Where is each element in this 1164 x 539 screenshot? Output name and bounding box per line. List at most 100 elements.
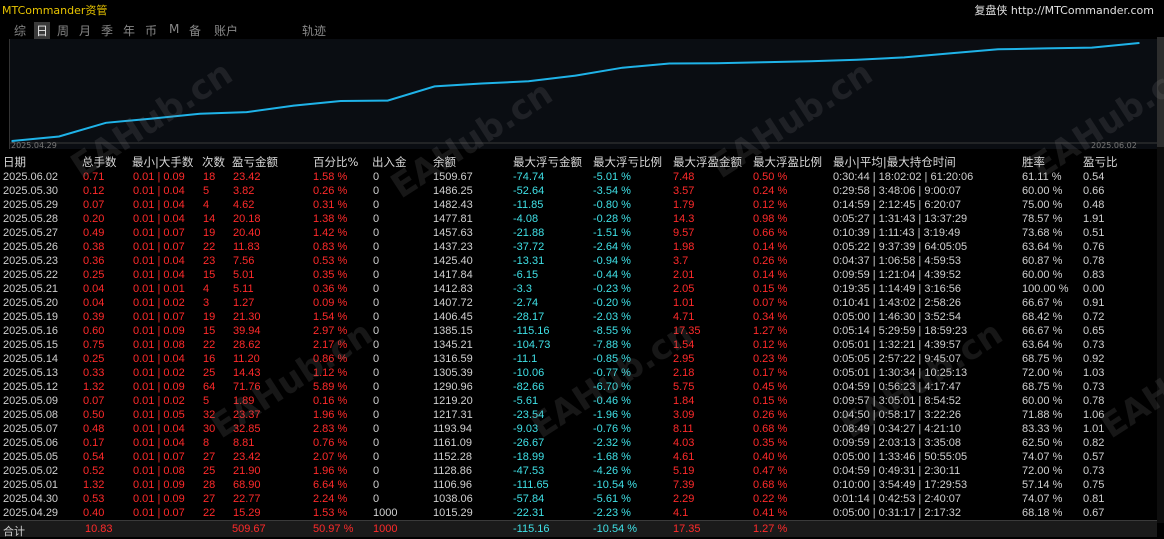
tab-account[interactable]: 账户 bbox=[214, 22, 238, 39]
cell-max-float-profit: 3.7 bbox=[673, 255, 689, 267]
table-row[interactable]: 2025.05.08 0.50 0.01 | 0.05 32 23.37 1.96 % 0 1… bbox=[0, 408, 1157, 422]
cell-count: 16 bbox=[203, 353, 216, 365]
cell-max-float-profit: 3.57 bbox=[673, 185, 695, 197]
table-row[interactable]: 2025.05.02 0.52 0.01 | 0.08 25 21.90 1.96 % 0 1… bbox=[0, 464, 1157, 478]
cell-balance: 1217.31 bbox=[433, 409, 473, 421]
cell-winrate: 68.75 % bbox=[1022, 381, 1063, 393]
table-row[interactable]: 2025.05.30 0.12 0.01 | 0.04 5 3.82 0.26 % 0 148… bbox=[0, 184, 1157, 198]
site-link[interactable]: 复盘侠 http://MTCommander.com bbox=[974, 2, 1154, 18]
cell-pct: 1.96 % bbox=[313, 409, 348, 421]
table-row[interactable]: 2025.05.06 0.17 0.01 | 0.04 8 8.81 0.76 % 0 116… bbox=[0, 436, 1157, 450]
cell-count: 14 bbox=[203, 213, 216, 225]
cell-balance: 1477.81 bbox=[433, 213, 473, 225]
table-row[interactable]: 2025.05.27 0.49 0.01 | 0.07 19 20.40 1.42 % 0 1… bbox=[0, 226, 1157, 240]
cell-max-float-loss: -22.31 bbox=[513, 507, 545, 519]
cell-pl-ratio: 1.06 bbox=[1083, 409, 1105, 421]
cell-balance: 1161.09 bbox=[433, 437, 472, 449]
tab-overview[interactable]: 综 bbox=[14, 22, 26, 39]
cell-max-float-loss: -115.16 bbox=[513, 325, 550, 337]
cell-date: 2025.05.02 bbox=[3, 465, 59, 477]
cell-deposit: 0 bbox=[373, 409, 380, 421]
cell-date: 2025.05.16 bbox=[3, 325, 59, 337]
cell-count: 27 bbox=[203, 493, 216, 505]
cell-lots: 0.12 bbox=[83, 185, 105, 197]
cell-max-float-loss-pct: -0.80 % bbox=[593, 199, 631, 211]
table-row[interactable]: 2025.05.14 0.25 0.01 | 0.04 16 11.20 0.86 % 0 1… bbox=[0, 352, 1157, 366]
cell-pnl: 3.82 bbox=[233, 185, 255, 197]
col-date[interactable]: 日期 bbox=[3, 155, 26, 170]
tab-week[interactable]: 周 bbox=[57, 22, 69, 39]
cell-date: 2025.05.27 bbox=[3, 227, 59, 239]
col-hold-time[interactable]: 最小|平均|最大持仓时间 bbox=[833, 155, 956, 170]
tab-trajectory[interactable]: 轨迹 bbox=[302, 22, 326, 39]
col-pnl[interactable]: 盈亏金额 bbox=[232, 155, 278, 170]
tab-day[interactable]: 日 bbox=[34, 22, 51, 39]
table-row[interactable]: 2025.05.22 0.25 0.01 | 0.04 15 5.01 0.35 % 0 14… bbox=[0, 268, 1157, 282]
cell-min-max-lots: 0.01 | 0.09 bbox=[133, 381, 185, 393]
cell-max-float-loss: -18.99 bbox=[513, 451, 545, 463]
scrollbar-thumb[interactable] bbox=[1157, 37, 1164, 147]
col-max-float-profit-pct[interactable]: 最大浮盈比例 bbox=[753, 155, 822, 170]
equity-point bbox=[1138, 42, 1140, 44]
table-row[interactable]: 2025.05.01 1.32 0.01 | 0.09 28 68.90 6.64 % 0 1… bbox=[0, 478, 1157, 492]
cell-date: 2025.05.22 bbox=[3, 269, 59, 281]
daily-stats-table: 日期 总手数 最小|大手数 次数 盈亏金额 百分比% 出入金 余额 最大浮亏金额… bbox=[0, 155, 1157, 520]
table-row[interactable]: 2025.05.05 0.54 0.01 | 0.07 27 23.42 2.07 % 0 1… bbox=[0, 450, 1157, 464]
table-row[interactable]: 2025.05.23 0.36 0.01 | 0.04 23 7.56 0.53 % 0 14… bbox=[0, 254, 1157, 268]
col-winrate[interactable]: 胜率 bbox=[1022, 155, 1045, 170]
table-row[interactable]: 2025.05.13 0.33 0.01 | 0.02 25 14.43 1.12 % 0 1… bbox=[0, 366, 1157, 380]
tab-m[interactable]: M bbox=[169, 22, 179, 36]
table-row[interactable]: 2025.05.09 0.07 0.01 | 0.02 5 1.89 0.16 % 0 121… bbox=[0, 394, 1157, 408]
tab-month[interactable]: 月 bbox=[79, 22, 91, 39]
cell-pnl: 21.90 bbox=[233, 465, 261, 477]
col-pl-ratio[interactable]: 盈亏比 bbox=[1083, 155, 1118, 170]
cell-lots: 0.48 bbox=[83, 423, 105, 435]
cell-lots: 0.75 bbox=[83, 339, 105, 351]
col-deposit[interactable]: 出入金 bbox=[372, 155, 407, 170]
cell-pnl: 5.01 bbox=[233, 269, 255, 281]
cell-winrate: 66.67 % bbox=[1022, 325, 1063, 337]
col-max-float-profit[interactable]: 最大浮盈金额 bbox=[673, 155, 742, 170]
col-max-float-loss[interactable]: 最大浮亏金额 bbox=[513, 155, 582, 170]
cell-winrate: 72.00 % bbox=[1022, 465, 1063, 477]
cell-min-max-lots: 0.01 | 0.07 bbox=[133, 451, 185, 463]
cell-pct: 6.64 % bbox=[313, 479, 348, 491]
cell-count: 8 bbox=[203, 437, 210, 449]
cell-lots: 0.49 bbox=[83, 227, 105, 239]
cell-pnl: 28.62 bbox=[233, 339, 261, 351]
table-row[interactable]: 2025.05.12 1.32 0.01 | 0.09 64 71.76 5.89 % 0 1… bbox=[0, 380, 1157, 394]
col-pct[interactable]: 百分比% bbox=[313, 155, 358, 170]
table-row[interactable]: 2025.05.26 0.38 0.01 | 0.07 22 11.83 0.83 % 0 1… bbox=[0, 240, 1157, 254]
table-row[interactable]: 2025.04.29 0.40 0.01 | 0.07 22 15.29 1.53 % 10… bbox=[0, 506, 1157, 520]
col-min-max-lots[interactable]: 最小|大手数 bbox=[132, 155, 193, 170]
cell-pnl: 21.30 bbox=[233, 311, 261, 323]
table-row[interactable]: 2025.05.15 0.75 0.01 | 0.08 22 28.62 2.17 % 0 1… bbox=[0, 338, 1157, 352]
table-row[interactable]: 2025.05.29 0.07 0.01 | 0.04 4 4.62 0.31 % 0 148… bbox=[0, 198, 1157, 212]
cell-max-float-loss: -47.53 bbox=[513, 465, 545, 477]
table-row[interactable]: 2025.05.21 0.04 0.01 | 0.01 4 5.11 0.36 % 0 141… bbox=[0, 282, 1157, 296]
cell-max-float-profit-pct: 0.17 % bbox=[753, 367, 788, 379]
tab-quarter[interactable]: 季 bbox=[101, 22, 113, 39]
cell-deposit: 0 bbox=[373, 283, 380, 295]
col-balance[interactable]: 余额 bbox=[433, 155, 456, 170]
col-lots[interactable]: 总手数 bbox=[82, 155, 117, 170]
cell-pnl: 22.77 bbox=[233, 493, 261, 505]
table-row[interactable]: 2025.05.19 0.39 0.01 | 0.07 19 21.30 1.54 % 0 1… bbox=[0, 310, 1157, 324]
cell-pl-ratio: 0.67 bbox=[1083, 507, 1105, 519]
col-max-float-loss-pct[interactable]: 最大浮亏比例 bbox=[593, 155, 662, 170]
tab-notes[interactable]: 备 bbox=[189, 22, 201, 39]
cell-date: 2025.05.06 bbox=[3, 437, 59, 449]
tab-currency[interactable]: 币 bbox=[145, 22, 157, 39]
table-row[interactable]: 2025.05.16 0.60 0.01 | 0.09 15 39.94 2.97 % 0 1… bbox=[0, 324, 1157, 338]
table-row[interactable]: 2025.05.07 0.48 0.01 | 0.04 30 32.85 2.83 % 0 1… bbox=[0, 422, 1157, 436]
table-row[interactable]: 2025.04.30 0.53 0.01 | 0.09 27 22.77 2.24 % 0 1… bbox=[0, 492, 1157, 506]
table-row[interactable]: 2025.06.02 0.71 0.01 | 0.09 18 23.42 1.58 % 0 1… bbox=[0, 170, 1157, 184]
table-row[interactable]: 2025.05.28 0.20 0.01 | 0.04 14 20.18 1.38 % 0 1… bbox=[0, 212, 1157, 226]
cell-hold-time: 0:01:14 | 0:42:53 | 2:40:07 bbox=[833, 493, 962, 505]
total-row: 合计 10.83 509.67 50.97 % 1000 -115.16 -10… bbox=[0, 520, 1157, 538]
cell-pct: 0.76 % bbox=[313, 437, 348, 449]
col-count[interactable]: 次数 bbox=[202, 155, 225, 170]
table-row[interactable]: 2025.05.20 0.04 0.01 | 0.02 3 1.27 0.09 % 0 140… bbox=[0, 296, 1157, 310]
cell-max-float-loss: -21.88 bbox=[513, 227, 545, 239]
tab-year[interactable]: 年 bbox=[123, 22, 135, 39]
